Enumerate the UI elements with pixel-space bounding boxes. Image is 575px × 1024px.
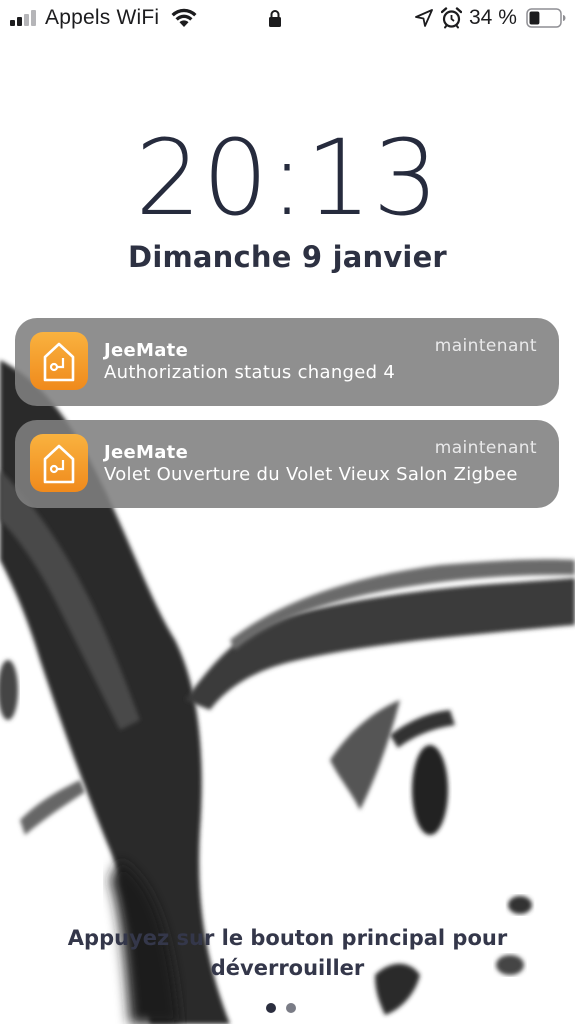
battery-icon xyxy=(526,8,566,28)
page-dot-active xyxy=(266,1003,276,1013)
notification-time: maintenant xyxy=(434,336,537,356)
battery-percent: 34 % xyxy=(469,6,517,29)
unlock-hint: Appuyez sur le bouton principal pour dév… xyxy=(67,926,508,980)
lock-icon xyxy=(269,10,281,27)
carrier-label: Appels WiFi xyxy=(45,6,160,29)
status-bar: Appels WiFi 34 % xyxy=(0,0,575,38)
jeemate-app-icon xyxy=(30,434,88,492)
house-icon xyxy=(43,444,75,484)
signal-icon xyxy=(10,10,36,26)
page-dot xyxy=(286,1003,296,1013)
notification-message: Volet Ouverture du Volet Vieux Salon Zig… xyxy=(104,464,518,485)
alarm-icon xyxy=(441,7,462,29)
lock-screen-time: 20:13 xyxy=(135,117,440,239)
jeemate-app-icon xyxy=(30,332,88,390)
notification-message: Authorization status changed 4 xyxy=(104,362,396,383)
notification-time: maintenant xyxy=(434,438,537,458)
location-arrow-icon xyxy=(415,9,433,27)
notification-card[interactable]: JeeMate maintenant Authorization status … xyxy=(15,318,559,406)
lock-screen: Appels WiFi 34 % 20:13 Dimanche 9 janvie… xyxy=(0,0,575,1024)
notification-card[interactable]: JeeMate maintenant Volet Ouverture du Vo… xyxy=(15,420,559,508)
house-icon xyxy=(43,342,75,382)
page-indicator[interactable] xyxy=(262,1001,302,1015)
lock-screen-date: Dimanche 9 janvier xyxy=(128,240,447,274)
notification-app-name: JeeMate xyxy=(104,442,189,463)
wifi-icon xyxy=(171,8,197,27)
notification-app-name: JeeMate xyxy=(104,340,189,361)
